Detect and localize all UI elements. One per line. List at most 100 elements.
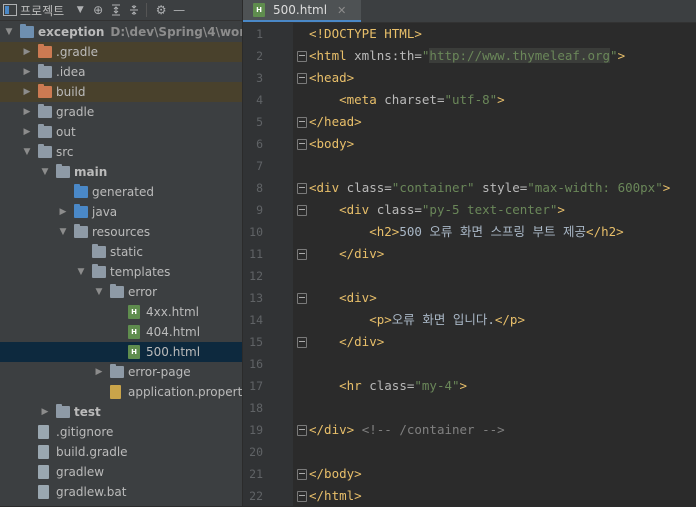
collapse-all-icon[interactable] (126, 2, 142, 18)
minimize-icon[interactable]: — (171, 2, 187, 18)
gear-icon[interactable]: ⚙ (153, 2, 169, 18)
tree-item[interactable]: ▶ gradle (0, 102, 242, 122)
code-token: http://www.thymeleaf.org (429, 48, 611, 63)
tree-item[interactable]: ▼ exceptionD:\dev\Spring\4\workspace (0, 22, 242, 42)
code-line[interactable]: <h2>500 오류 화면 스프링 부트 제공</h2> (293, 221, 696, 243)
tree-item[interactable]: .gitignore (0, 422, 242, 442)
tree-item[interactable]: ▼ main (0, 162, 242, 182)
code-line[interactable] (293, 155, 696, 177)
tree-item[interactable]: ▼ resources (0, 222, 242, 242)
tree-item[interactable]: H 4xx.html (0, 302, 242, 322)
code-token: <!DOCTYPE HTML> (309, 26, 422, 41)
expand-all-icon[interactable] (108, 2, 124, 18)
code-line[interactable]: <p>오류 화면 입니다.</p> (293, 309, 696, 331)
chevron-down-icon[interactable]: ▼ (76, 262, 86, 282)
chevron-right-icon[interactable]: ▶ (22, 82, 32, 102)
fold-icon[interactable] (297, 425, 307, 436)
tree-item[interactable]: ▶ .gradle (0, 42, 242, 62)
code-line[interactable]: <hr class="my-4"> (293, 375, 696, 397)
tree-item[interactable]: ▶ .idea (0, 62, 242, 82)
code-line[interactable]: </html> (293, 485, 696, 507)
code-token: > (617, 48, 626, 63)
fold-icon[interactable] (297, 337, 307, 348)
html-file-icon: H (128, 345, 140, 359)
code-editor[interactable]: <!DOCTYPE HTML> <html xmlns:th= "http://ww… (293, 23, 696, 506)
chevron-right-icon[interactable]: ▶ (22, 42, 32, 62)
fold-icon[interactable] (297, 293, 307, 304)
code-token: </div> (339, 334, 385, 349)
tree-item[interactable]: ▶ error-page (0, 362, 242, 382)
chevron-down-icon[interactable]: ▼ (94, 282, 104, 302)
tree-item[interactable]: ▶ test (0, 402, 242, 422)
code-text: <div class="py-5 text-center"> (309, 199, 565, 221)
project-view-icon[interactable] (2, 2, 18, 18)
fold-icon[interactable] (297, 249, 307, 260)
tree-item[interactable]: ▼ src (0, 142, 242, 162)
code-line[interactable]: <head> (293, 67, 696, 89)
chevron-right-icon[interactable]: ▶ (58, 202, 68, 222)
code-line[interactable] (293, 353, 696, 375)
code-line[interactable]: </div> (293, 243, 696, 265)
folder-icon (38, 124, 52, 138)
tree-item[interactable]: H 404.html (0, 322, 242, 342)
tree-item[interactable]: gradlew (0, 462, 242, 482)
folder-icon (74, 204, 88, 218)
folder-icon (74, 184, 88, 198)
code-line[interactable]: <div class="container" style="max-width:… (293, 177, 696, 199)
code-line[interactable]: <meta charset="utf-8"> (293, 89, 696, 111)
code-line[interactable]: </head> (293, 111, 696, 133)
tree-item[interactable]: ▼ templates (0, 262, 242, 282)
code-line[interactable]: <!DOCTYPE HTML> (293, 23, 696, 45)
code-line[interactable] (293, 441, 696, 463)
code-line[interactable] (293, 397, 696, 419)
code-line[interactable]: <div> (293, 287, 696, 309)
tree-item[interactable]: H 500.html (0, 342, 242, 362)
chevron-down-icon[interactable]: ▼ (4, 22, 14, 42)
line-number: 11 (249, 247, 263, 261)
tree-item-label: .gradle (56, 45, 99, 59)
code-line[interactable] (293, 265, 696, 287)
fold-icon[interactable] (297, 469, 307, 480)
close-icon[interactable]: ✕ (337, 4, 346, 17)
chevron-right-icon[interactable]: ▶ (94, 362, 104, 382)
tree-item[interactable]: generated (0, 182, 242, 202)
tab-500-html[interactable]: H 500.html ✕ (243, 0, 361, 22)
tree-item[interactable]: application.properties (0, 382, 242, 402)
code-line[interactable]: </div> <!-- /container --> (293, 419, 696, 441)
fold-icon[interactable] (297, 491, 307, 502)
tree-item[interactable]: ▼ error (0, 282, 242, 302)
fold-icon[interactable] (297, 117, 307, 128)
fold-icon[interactable] (297, 183, 307, 194)
tree-item[interactable]: build.gradle (0, 442, 242, 462)
chevron-down-icon[interactable]: ▼ (58, 222, 68, 242)
code-line[interactable]: <div class="py-5 text-center"> (293, 199, 696, 221)
code-text: </div> (309, 331, 384, 353)
tree-item[interactable]: ▶ out (0, 122, 242, 142)
fold-icon[interactable] (297, 51, 307, 62)
chevron-right-icon[interactable]: ▶ (22, 62, 32, 82)
tree-item[interactable]: static (0, 242, 242, 262)
code-line[interactable]: </body> (293, 463, 696, 485)
chevron-down-icon[interactable]: ▼ (22, 142, 32, 162)
code-line[interactable]: </div> (293, 331, 696, 353)
chevron-right-icon[interactable]: ▶ (22, 102, 32, 122)
chevron-down-icon[interactable]: ▼ (72, 2, 88, 18)
tree-item[interactable]: ▶ java (0, 202, 242, 222)
line-number: 4 (256, 93, 263, 107)
project-view-title[interactable]: 프로젝트 (20, 2, 64, 19)
tree-item[interactable]: ▶ build (0, 82, 242, 102)
fold-icon[interactable] (297, 73, 307, 84)
fold-icon[interactable] (297, 205, 307, 216)
code-token: <meta (339, 92, 385, 107)
code-line[interactable]: <html xmlns:th= "http://www.thymeleaf.org… (293, 45, 696, 67)
code-line[interactable]: <body> (293, 133, 696, 155)
file-icon (38, 425, 49, 439)
tree-item-label: static (110, 245, 143, 259)
fold-icon[interactable] (297, 139, 307, 150)
target-icon[interactable]: ⊕ (90, 2, 106, 18)
tree-item[interactable]: gradlew.bat (0, 482, 242, 502)
chevron-down-icon[interactable]: ▼ (40, 162, 50, 182)
chevron-right-icon[interactable]: ▶ (22, 122, 32, 142)
chevron-right-icon[interactable]: ▶ (40, 402, 50, 422)
